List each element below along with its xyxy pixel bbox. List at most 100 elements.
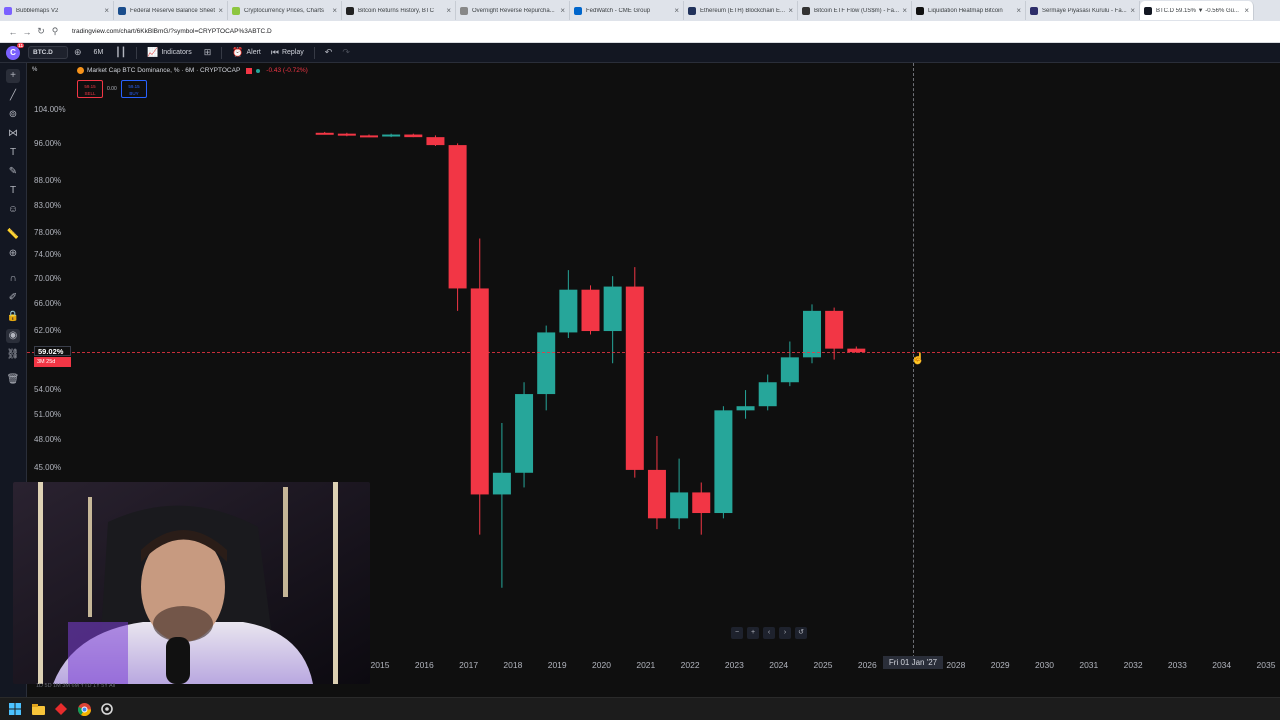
candles-style-icon[interactable]: ┃┃ — [115, 47, 126, 58]
candle-body — [492, 472, 511, 495]
browser-tab[interactable]: Overnight Reverse Repurcha... × — [456, 1, 570, 20]
templates-icon[interactable]: ⊞ — [204, 47, 212, 58]
tab-close-icon[interactable]: × — [218, 6, 223, 15]
time-axis-label: 2026 — [857, 660, 877, 670]
site-info-icon[interactable]: ⚲ — [48, 26, 62, 37]
interval-button[interactable]: 6M — [94, 49, 104, 56]
tab-close-icon[interactable]: × — [902, 6, 907, 15]
windows-icon[interactable] — [8, 702, 22, 716]
indicators-icon: 📈 — [147, 47, 159, 57]
browser-tab[interactable]: FedWatch - CME Group × — [570, 1, 684, 20]
candle-body — [515, 394, 534, 473]
ruler-icon[interactable]: 📏 — [6, 228, 20, 242]
candle-body — [603, 286, 622, 332]
candle — [692, 482, 711, 535]
pencil-lock-icon[interactable]: ✐ — [6, 291, 20, 305]
tab-close-icon[interactable]: × — [1244, 6, 1249, 15]
time-axis-label: 2035 — [1256, 660, 1276, 670]
pattern-icon[interactable]: ⋈ — [6, 127, 20, 141]
zoom-icon[interactable]: ⊕ — [6, 247, 20, 261]
screen: Bubblemaps V2 × Federal Reserve Balance Sh… — [0, 0, 1280, 720]
browser-tab[interactable]: Liquidation Heatmap Bitcoin × — [912, 1, 1026, 20]
text-tool-icon[interactable]: T — [6, 184, 20, 198]
replay-button[interactable]: ⏮ Replay — [271, 47, 304, 58]
time-axis-label: 2030 — [1035, 660, 1054, 670]
undo-icon[interactable]: ↶ — [325, 47, 333, 58]
bar-countdown-label: 3M 25d — [34, 357, 71, 367]
tab-favicon-icon — [1144, 6, 1152, 15]
tab-close-icon[interactable]: × — [1130, 6, 1135, 15]
brush-icon[interactable]: ✎ — [6, 165, 20, 179]
forward-icon[interactable]: → — [20, 27, 34, 37]
tab-close-icon[interactable]: × — [332, 6, 337, 15]
symbol-search[interactable]: BTC.D — [28, 46, 68, 59]
trend-line-icon[interactable]: ╱ — [6, 89, 20, 103]
time-axis-label: 2024 — [769, 660, 789, 670]
crosshair-icon[interactable]: + — [6, 69, 20, 83]
candle-body — [736, 406, 755, 411]
redo-icon[interactable]: ↷ — [342, 47, 350, 58]
reload-icon[interactable]: ↻ — [34, 26, 48, 37]
lock-icon[interactable]: 🔒 — [6, 310, 20, 324]
tradingview-logo-icon[interactable]: C 11 — [6, 42, 24, 60]
browser-tab-strip: Bubblemaps V2 × Federal Reserve Balance Sh… — [0, 0, 1280, 21]
emoji-icon[interactable]: ☺ — [6, 203, 20, 217]
candle — [670, 458, 689, 530]
candle-body — [537, 332, 556, 395]
time-axis-label: 2020 — [592, 660, 611, 670]
reset-chart-icon[interactable]: ↺ — [795, 627, 807, 639]
trash-icon[interactable]: 🗑 — [6, 373, 20, 387]
zoom-in-icon[interactable]: + — [747, 627, 759, 639]
add-symbol-icon[interactable]: ⊕ — [74, 47, 82, 58]
time-axis-label: 2016 — [414, 660, 434, 670]
app-red-icon[interactable] — [54, 702, 68, 716]
tab-favicon-icon — [1030, 6, 1038, 15]
alert-button[interactable]: ⏰ Alert — [232, 47, 261, 58]
tab-close-icon[interactable]: × — [446, 6, 451, 15]
browser-tab[interactable]: Ethereum (ETH) Blockchain E... × — [684, 1, 798, 20]
scroll-left-icon[interactable]: ‹ — [763, 627, 775, 639]
browser-tab[interactable]: Bubblemaps V2 × — [0, 1, 114, 20]
candle-body — [692, 492, 711, 514]
candle-body — [360, 135, 378, 138]
tab-close-icon[interactable]: × — [104, 6, 109, 15]
indicators-button[interactable]: 📈 Indicators — [147, 47, 192, 58]
browser-tab[interactable]: Federal Reserve Balance Sheet × — [114, 1, 228, 20]
url-text[interactable]: tradingview.com/chart/6KkBlBmG/?symbol=C… — [72, 28, 272, 35]
browser-tab[interactable]: Bitcoin ETF Flow (US$m) - Fa... × — [798, 1, 912, 20]
candle-body — [426, 137, 445, 146]
candle — [404, 133, 423, 138]
link-icon[interactable]: ⛓ — [6, 348, 20, 362]
back-icon[interactable]: ← — [6, 27, 20, 37]
zoom-out-icon[interactable]: − — [731, 627, 743, 639]
scroll-right-icon[interactable]: › — [779, 627, 791, 639]
alert-label: Alert — [246, 49, 261, 56]
candle — [337, 132, 356, 137]
timeframe-shortcuts[interactable]: 1D 5D 1M 3M 6M YTD 1Y 5Y All — [36, 683, 115, 689]
tab-title: Bitcoin ETF Flow (US$m) - Fa... — [814, 7, 900, 14]
candle — [714, 406, 733, 519]
browser-tab[interactable]: Sermaye Piyasası Kurulu - Fa... × — [1026, 1, 1140, 20]
candle-body — [337, 133, 356, 136]
text-icon[interactable]: T — [6, 146, 20, 160]
browser-tab[interactable]: Cryptocurrency Prices, Charts × — [228, 1, 342, 20]
browser-tab[interactable]: BTC.D 59.15% ▼ -0.56% Gü... × — [1140, 1, 1254, 20]
magnet-icon[interactable]: ∩ — [6, 272, 20, 286]
candle-body — [825, 310, 844, 349]
fib-icon[interactable]: ⊚ — [6, 108, 20, 122]
time-axis-label: 2032 — [1123, 660, 1143, 670]
settings-icon[interactable] — [100, 702, 114, 716]
alert-icon: ⏰ — [232, 47, 244, 57]
tab-close-icon[interactable]: × — [1016, 6, 1021, 15]
folder-icon[interactable] — [31, 702, 45, 716]
tab-close-icon[interactable]: × — [674, 6, 679, 15]
time-axis-label: 2018 — [503, 660, 523, 670]
chrome-icon[interactable] — [77, 702, 91, 716]
tab-close-icon[interactable]: × — [560, 6, 565, 15]
tab-title: Ethereum (ETH) Blockchain E... — [700, 7, 786, 14]
browser-tab[interactable]: Bitcoin Returns History, BTC × — [342, 1, 456, 20]
tab-close-icon[interactable]: × — [788, 6, 793, 15]
tab-title: Liquidation Heatmap Bitcoin — [928, 7, 1003, 14]
eye-icon[interactable]: ◉ — [6, 329, 20, 343]
tab-title: BTC.D 59.15% ▼ -0.56% Gü... — [1156, 7, 1239, 14]
